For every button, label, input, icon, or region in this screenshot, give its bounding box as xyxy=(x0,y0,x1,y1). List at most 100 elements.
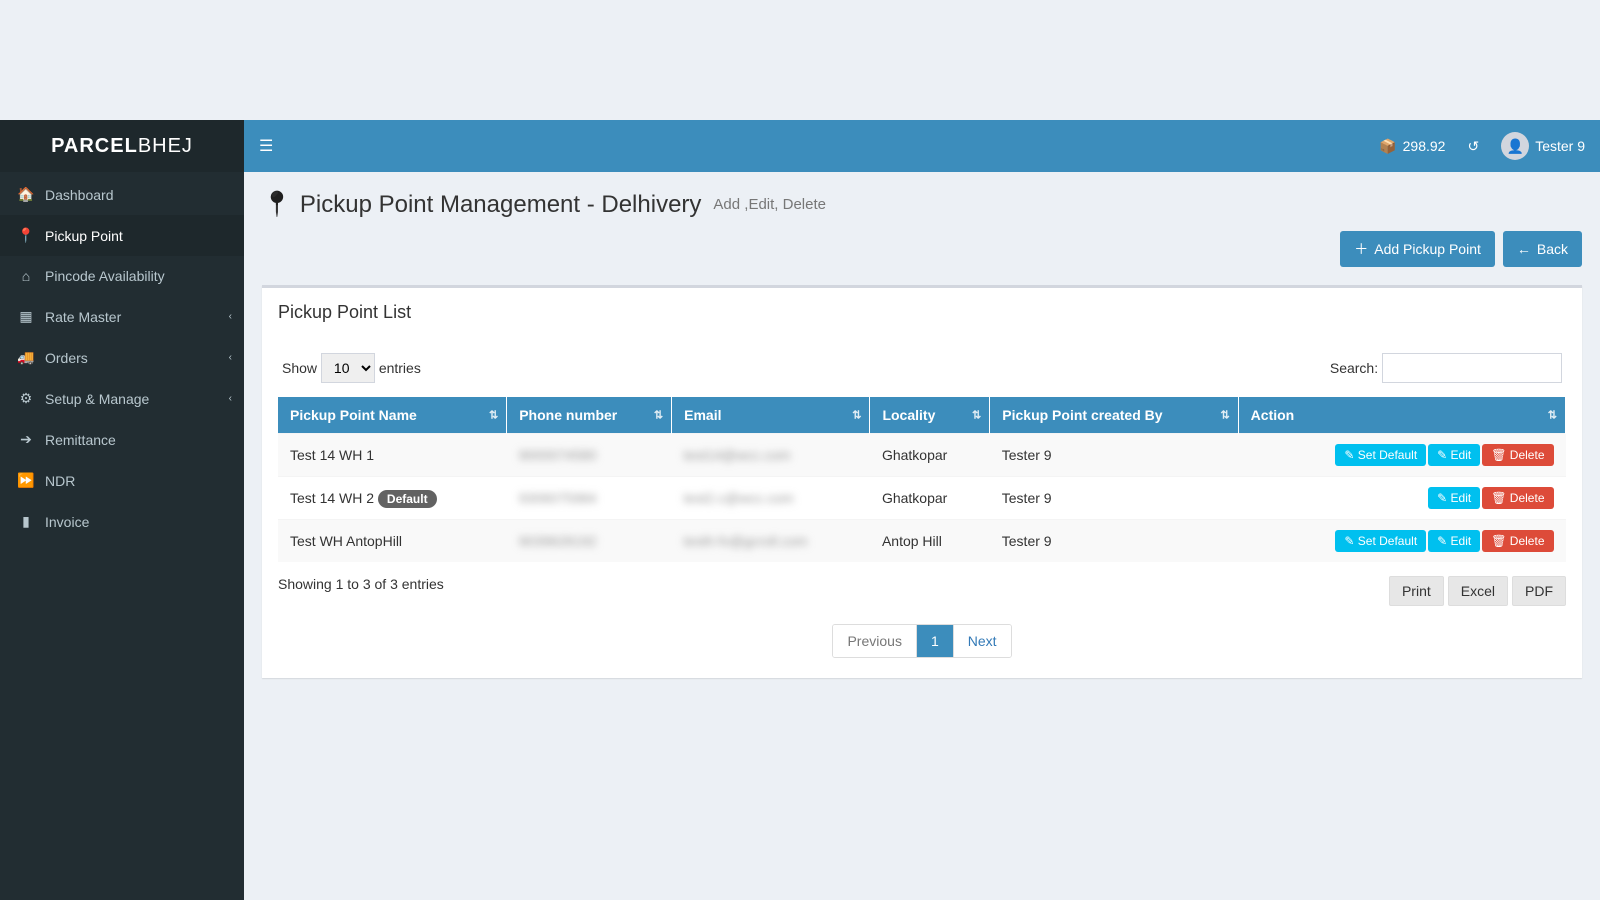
sidebar-item-label: Pickup Point xyxy=(45,228,123,244)
column-header[interactable]: Email⇅ xyxy=(672,397,870,434)
forward-icon: ⏩ xyxy=(15,472,37,489)
export-buttons: PrintExcelPDF xyxy=(1389,576,1566,606)
pickup-points-table: Pickup Point Name⇅Phone number⇅Email⇅Loc… xyxy=(278,397,1566,562)
sidebar-item-label: Pincode Availability xyxy=(45,268,165,284)
page-size-control: Show 10 entries xyxy=(282,353,421,383)
column-header[interactable]: Phone number⇅ xyxy=(507,397,672,434)
box-icon: 📦 xyxy=(1379,138,1396,155)
edit-button[interactable]: ✎ Edit xyxy=(1428,487,1480,509)
cell-locality: Antop Hill xyxy=(870,520,990,563)
cell-phone: 9000074580 xyxy=(507,434,672,477)
page-title: 📍 Pickup Point Management - Delhivery Ad… xyxy=(262,190,826,219)
pagination-prev[interactable]: Previous xyxy=(833,625,916,657)
sidebar-item-label: Orders xyxy=(45,350,88,366)
cell-email: testh-fv@gcroll.com xyxy=(672,520,870,563)
cell-locality: Ghatkopar xyxy=(870,477,990,520)
sort-icon: ⇅ xyxy=(654,409,663,422)
sidebar-item-label: Dashboard xyxy=(45,187,114,203)
set-default-button[interactable]: ✎ Set Default xyxy=(1335,530,1426,552)
chevron-left-icon: ‹ xyxy=(229,393,232,404)
arrow-icon: ➔ xyxy=(15,431,37,448)
sort-icon: ⇅ xyxy=(1548,409,1557,422)
edit-button[interactable]: ✎ Edit xyxy=(1428,530,1480,552)
avatar-icon: 👤 xyxy=(1501,132,1529,160)
user-menu[interactable]: 👤 Tester 9 xyxy=(1501,132,1585,160)
arrow-left-icon: ← xyxy=(1517,241,1531,257)
sidebar-item-label: NDR xyxy=(45,473,75,489)
column-header[interactable]: Locality⇅ xyxy=(870,397,990,434)
cell-name: Test WH AntopHill xyxy=(278,520,507,563)
add-pickup-point-button[interactable]: ＋ Add Pickup Point xyxy=(1340,231,1495,267)
sidebar-item-dashboard[interactable]: 🏠Dashboard xyxy=(0,174,244,215)
cell-locality: Ghatkopar xyxy=(870,434,990,477)
column-header[interactable]: Pickup Point created By⇅ xyxy=(990,397,1238,434)
column-header[interactable]: Pickup Point Name⇅ xyxy=(278,397,507,434)
table-row: Test 14 WH 2 Default9306075984test2.c@wc… xyxy=(278,477,1566,520)
sidebar-nav: 🏠Dashboard 📍 Pickup Point ⌂Pincode Availabi… xyxy=(0,172,244,542)
page-actions: ＋ Add Pickup Point ← Back xyxy=(244,231,1600,285)
main-area: ☰ 📦 298.92 ↺ 👤 Tester 9 📍 Pickup Point M… xyxy=(244,120,1600,900)
datatable-controls: Show 10 entries Search: xyxy=(278,347,1566,397)
sidebar-item-pickup-point[interactable]: 📍 Pickup Point xyxy=(0,215,244,256)
search-control: Search: xyxy=(1330,353,1562,383)
search-input[interactable] xyxy=(1382,353,1562,383)
delete-button[interactable]: 🗑 Delete xyxy=(1482,530,1553,552)
sidebar-item-label: Remittance xyxy=(45,432,116,448)
pin-icon: 📍 xyxy=(15,227,37,244)
cell-created-by: Tester 9 xyxy=(990,477,1238,520)
menu-toggle-icon[interactable]: ☰ xyxy=(259,136,273,156)
table-info: Showing 1 to 3 of 3 entries xyxy=(278,576,444,592)
plus-icon: ＋ xyxy=(1354,239,1368,259)
excel-export-button[interactable]: Excel xyxy=(1448,576,1508,606)
sort-icon: ⇅ xyxy=(1220,409,1229,422)
sidebar-item-invoice[interactable]: ▮Invoice xyxy=(0,501,244,542)
sidebar-item-ndr[interactable]: ⏩ NDR xyxy=(0,460,244,501)
cell-actions: ✎ Set Default✎ Edit🗑 Delete xyxy=(1238,434,1565,477)
brand-suffix: BHEJ xyxy=(138,135,193,157)
back-button[interactable]: ← Back xyxy=(1503,231,1582,267)
gears-icon: ⚙ xyxy=(15,390,37,407)
cell-created-by: Tester 9 xyxy=(990,434,1238,477)
content-header: 📍 Pickup Point Management - Delhivery Ad… xyxy=(244,172,1600,231)
cell-actions: ✎ Edit🗑 Delete xyxy=(1238,477,1565,520)
cell-created-by: Tester 9 xyxy=(990,520,1238,563)
cell-email: test14@wcc.com xyxy=(672,434,870,477)
history-icon[interactable]: ↺ xyxy=(1467,138,1479,155)
cell-actions: ✎ Set Default✎ Edit🗑 Delete xyxy=(1238,520,1565,563)
box-body: Show 10 entries Search: Pickup Point Nam… xyxy=(262,337,1582,678)
table-row: Test 14 WH 1 9000074580test14@wcc.comGha… xyxy=(278,434,1566,477)
print-export-button[interactable]: Print xyxy=(1389,576,1444,606)
pagination-page[interactable]: 1 xyxy=(917,625,954,657)
cell-phone: 9306075984 xyxy=(507,477,672,520)
edit-button[interactable]: ✎ Edit xyxy=(1428,444,1480,466)
topbar: ☰ 📦 298.92 ↺ 👤 Tester 9 xyxy=(244,120,1600,172)
page-size-select[interactable]: 10 xyxy=(321,353,375,383)
set-default-button[interactable]: ✎ Set Default xyxy=(1335,444,1426,466)
delete-button[interactable]: 🗑 Delete xyxy=(1482,444,1553,466)
brand-logo: PARCELBHEJ xyxy=(0,120,244,172)
sort-icon: ⇅ xyxy=(852,409,861,422)
brand-prefix: PARCEL xyxy=(51,135,138,157)
sidebar-item-rate-master[interactable]: ▦Rate Master‹ xyxy=(0,296,244,337)
pagination-next[interactable]: Next xyxy=(954,625,1011,657)
topbar-right: 📦 298.92 ↺ 👤 Tester 9 xyxy=(1379,132,1585,160)
sidebar-item-label: Setup & Manage xyxy=(45,391,149,407)
chevron-left-icon: ‹ xyxy=(229,311,232,322)
default-badge: Default xyxy=(378,490,437,508)
chevron-left-icon: ‹ xyxy=(229,352,232,363)
pdf-export-button[interactable]: PDF xyxy=(1512,576,1566,606)
page-subtitle: Add ,Edit, Delete xyxy=(713,196,826,213)
column-header[interactable]: Action⇅ xyxy=(1238,397,1565,434)
sort-icon: ⇅ xyxy=(972,409,981,422)
pagination: Previous1Next xyxy=(278,616,1566,658)
sidebar-item-setup-manage[interactable]: ⚙ Setup & Manage ‹ xyxy=(0,378,244,419)
sidebar-item-label: Rate Master xyxy=(45,309,121,325)
sidebar-item-orders[interactable]: 🚚 Orders ‹ xyxy=(0,337,244,378)
delete-button[interactable]: 🗑 Delete xyxy=(1482,487,1553,509)
cell-email: test2.c@wcc.com xyxy=(672,477,870,520)
sidebar-item-pincode-availability[interactable]: ⌂Pincode Availability xyxy=(0,256,244,296)
balance-display[interactable]: 📦 298.92 xyxy=(1379,138,1445,155)
sidebar-item-remittance[interactable]: ➔ Remittance xyxy=(0,419,244,460)
box-title: Pickup Point List xyxy=(262,288,1582,337)
truck-icon: 🚚 xyxy=(15,349,37,366)
